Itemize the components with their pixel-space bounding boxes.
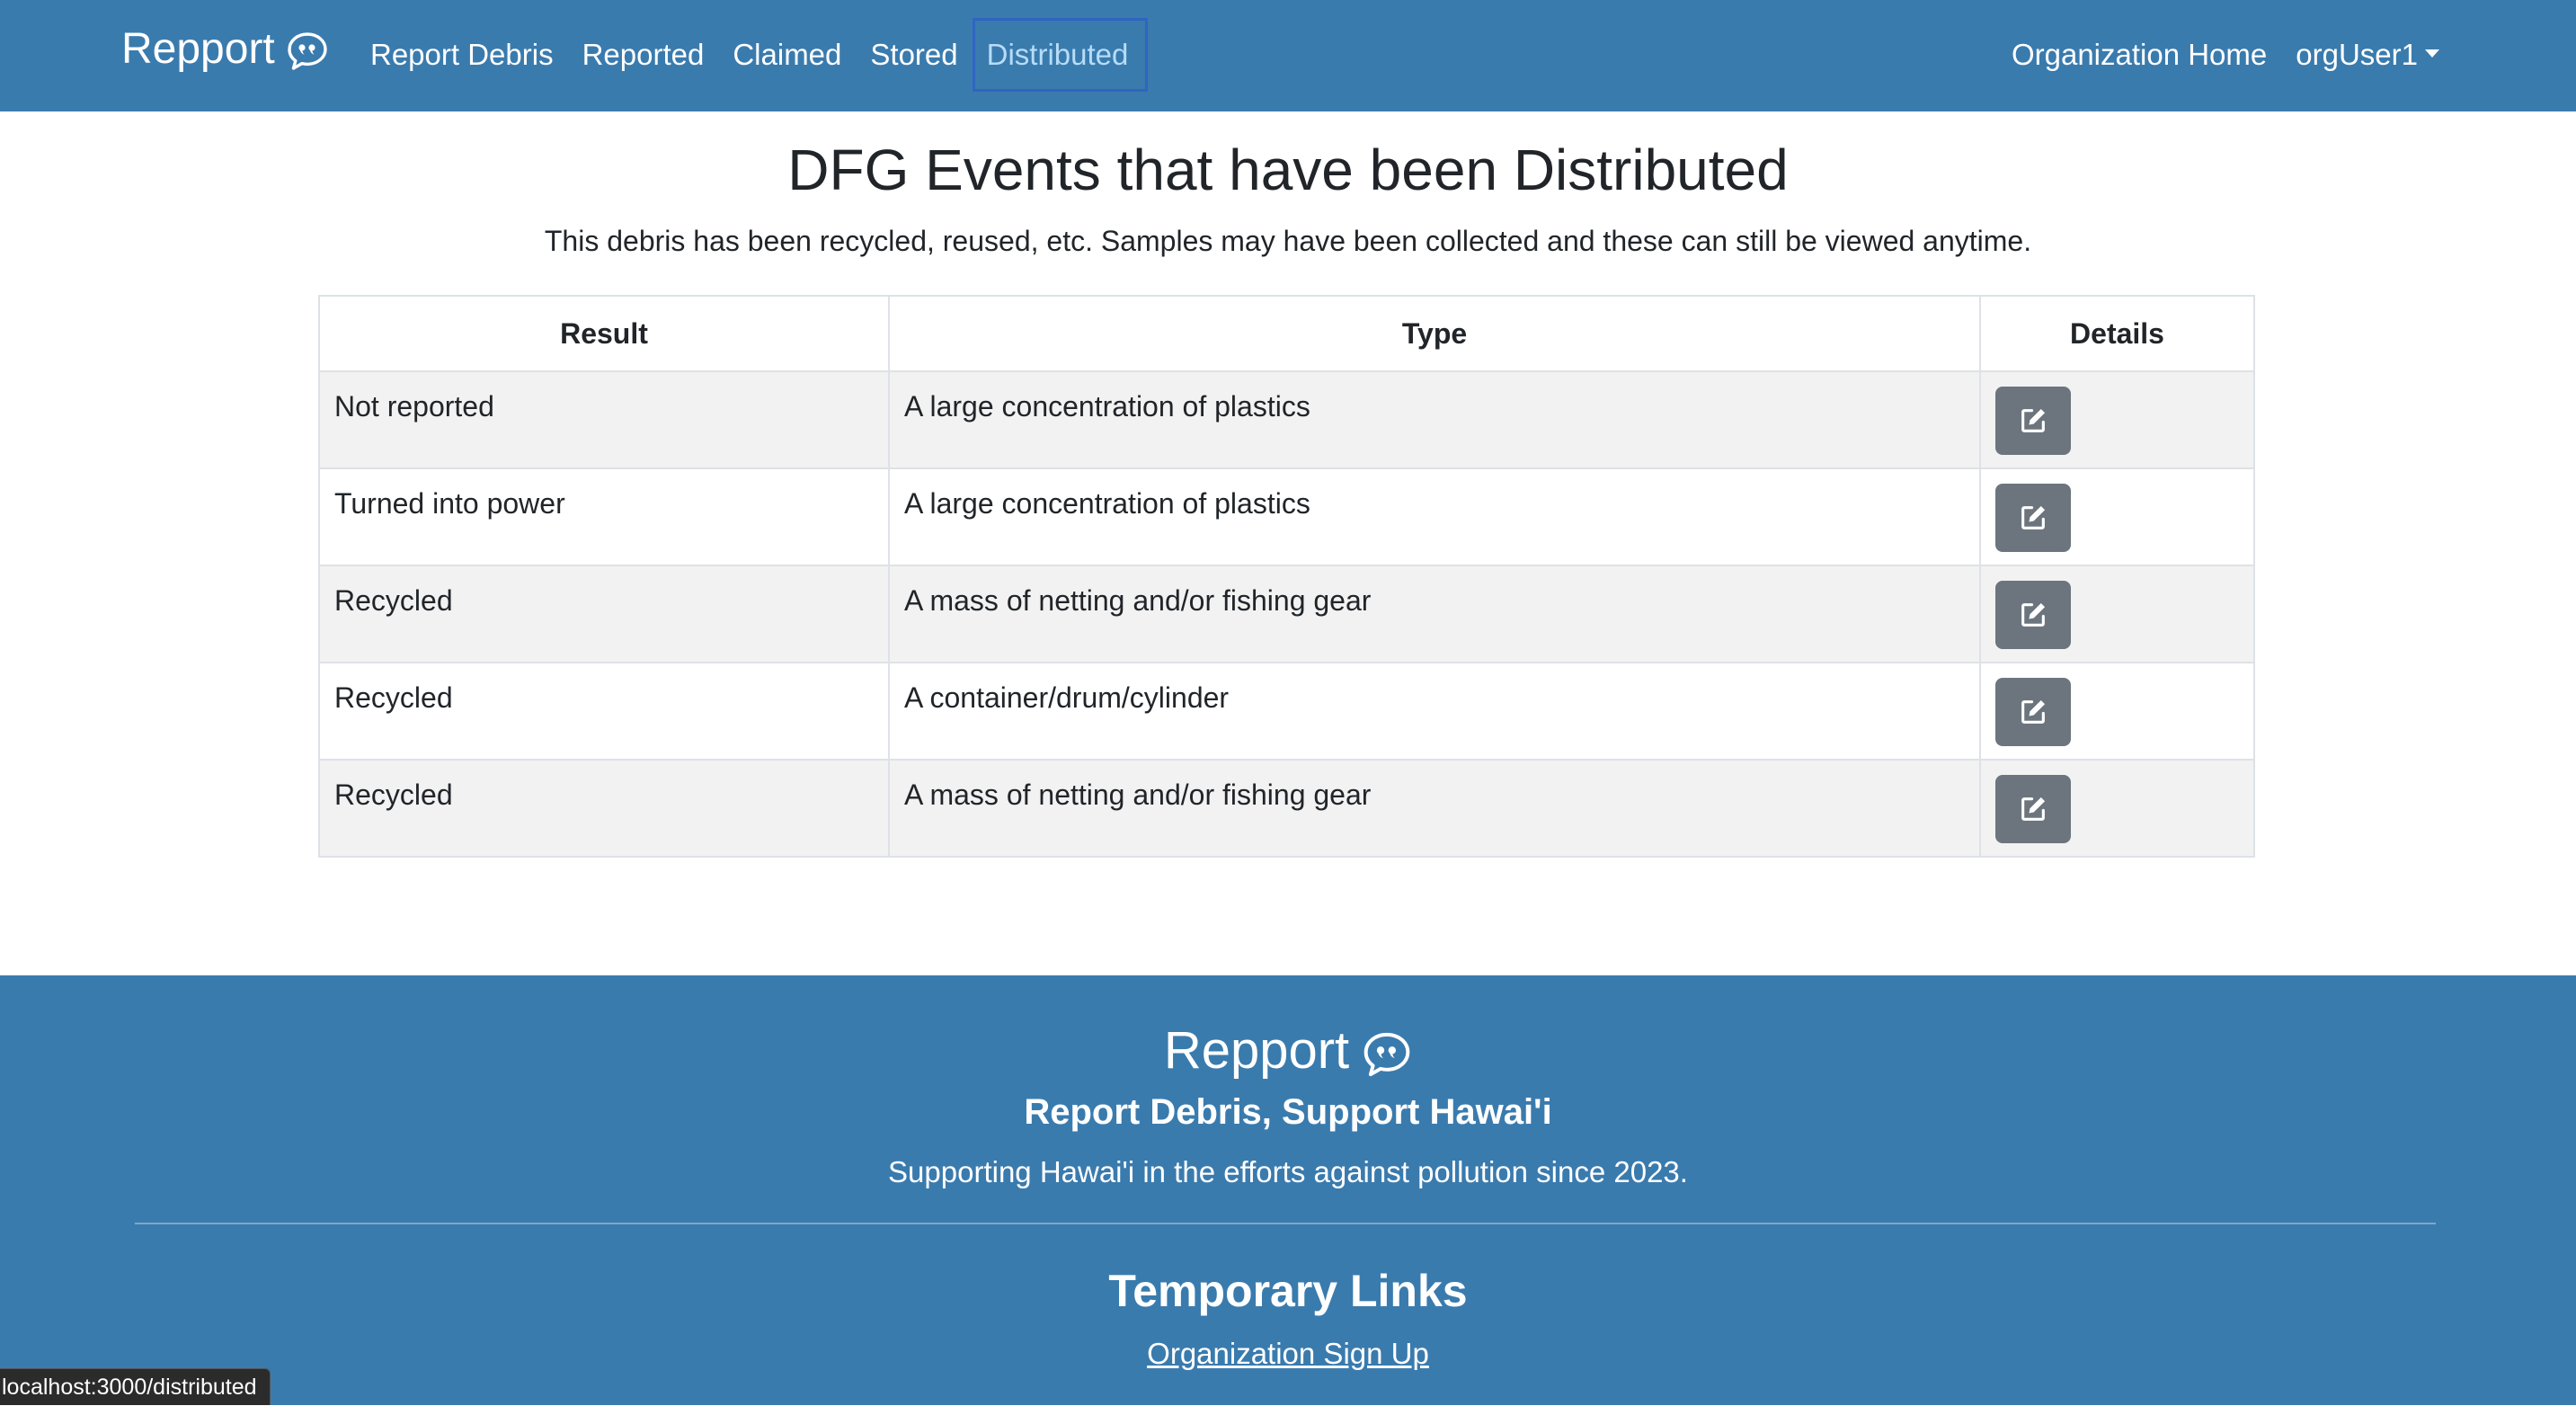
page-subtitle: This debris has been recycled, reused, e… (544, 225, 2032, 257)
navbar: Repport Report Debris Reported Claimed S… (0, 0, 2576, 111)
footer-divider (135, 1223, 2436, 1224)
table-header-row: Result Type Details (318, 295, 2255, 372)
nav-report-debris[interactable]: Report Debris (356, 18, 568, 92)
result-cell: Recycled (318, 662, 890, 761)
edit-icon (2021, 796, 2046, 821)
column-header-type: Type (888, 295, 1981, 372)
type-cell: A large concentration of plastics (888, 370, 1981, 469)
edit-icon (2021, 602, 2046, 627)
nav-reported[interactable]: Reported (568, 18, 719, 92)
type-cell: A mass of netting and/or fishing gear (888, 565, 1981, 663)
details-cell (1979, 370, 2255, 469)
type-cell: A large concentration of plastics (888, 467, 1981, 566)
edit-button[interactable] (1995, 678, 2071, 746)
type-cell: A mass of netting and/or fishing gear (888, 759, 1981, 858)
edit-button[interactable] (1995, 484, 2071, 552)
table-row: Recycled A container/drum/cylinder (318, 662, 2255, 761)
speech-bubble-quote-icon (288, 32, 327, 70)
details-cell (1979, 759, 2255, 858)
nav-claimed[interactable]: Claimed (718, 18, 856, 92)
user-name: orgUser1 (2296, 38, 2418, 71)
type-cell: A container/drum/cylinder (888, 662, 1981, 761)
organization-sign-up-link[interactable]: Organization Sign Up (1147, 1337, 1429, 1370)
brand-logo[interactable]: Repport (121, 20, 329, 77)
distributed-events-table: Result Type Details Not reported A large… (318, 295, 2255, 858)
nav-organization-home[interactable]: Organization Home (1997, 18, 2281, 92)
column-header-details: Details (1979, 295, 2255, 372)
column-header-result: Result (318, 295, 890, 372)
result-cell: Recycled (318, 565, 890, 663)
caret-down-icon (2425, 49, 2439, 58)
details-cell (1979, 565, 2255, 663)
edit-button[interactable] (1995, 775, 2071, 843)
edit-icon (2021, 408, 2046, 432)
page-title: DFG Events that have been Distributed (787, 138, 1789, 202)
result-cell: Turned into power (318, 467, 890, 566)
details-cell (1979, 467, 2255, 566)
table-row: Turned into power A large concentration … (318, 467, 2255, 566)
table-row: Recycled A mass of netting and/or fishin… (318, 565, 2255, 663)
result-cell: Recycled (318, 759, 890, 858)
nav-stored[interactable]: Stored (856, 18, 972, 92)
table-row: Recycled A mass of netting and/or fishin… (318, 759, 2255, 858)
user-dropdown[interactable]: orgUser1 (2281, 18, 2439, 92)
footer-brand-name: Repport (1163, 1021, 1350, 1080)
footer-link-organization-sign-up: Organization Sign Up (0, 1337, 2576, 1371)
brand-name: Repport (121, 24, 275, 73)
table-row: Not reported A large concentration of pl… (318, 370, 2255, 469)
result-cell: Not reported (318, 370, 890, 469)
details-cell (1979, 662, 2255, 761)
footer: Repport Report Debris, Support Hawai'i S… (0, 975, 2576, 1405)
footer-tagline: Report Debris, Support Hawai'i (1024, 1092, 1552, 1132)
edit-icon (2021, 505, 2046, 529)
speech-bubble-quote-icon (1364, 1032, 1410, 1076)
status-bar-url: localhost:3000/distributed (0, 1368, 271, 1405)
nav-distributed[interactable]: Distributed (972, 18, 1149, 92)
nav-right: Organization Home orgUser1 (1997, 18, 2439, 92)
footer-links-title: Temporary Links (1108, 1266, 1468, 1316)
edit-button[interactable] (1995, 581, 2071, 649)
edit-button[interactable] (1995, 387, 2071, 455)
main-nav: Report Debris Reported Claimed Stored Di… (356, 18, 1149, 92)
footer-brand: Repport (0, 1020, 2576, 1081)
edit-icon (2021, 699, 2046, 724)
footer-since-text: Supporting Hawai'i in the efforts agains… (888, 1155, 1688, 1188)
